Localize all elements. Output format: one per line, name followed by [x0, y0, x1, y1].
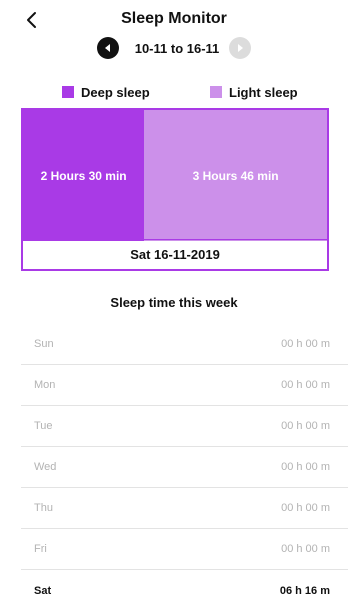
day-row[interactable]: Thu 00 h 00 m	[21, 488, 348, 529]
day-row[interactable]: Tue 00 h 00 m	[21, 406, 348, 447]
day-name: Mon	[34, 379, 56, 391]
page-title: Sleep Monitor	[121, 10, 227, 27]
day-name: Sun	[34, 338, 54, 350]
sleep-stage-bar: 2 Hours 30 min 3 Hours 46 min	[23, 110, 327, 241]
deep-sleep-segment: 2 Hours 30 min	[23, 110, 145, 241]
day-name: Fri	[34, 543, 47, 555]
caret-right-icon	[238, 44, 244, 52]
sleep-date: Sat 16-11-2019	[23, 239, 327, 269]
date-range-label: 10-11 to 16-11	[134, 40, 220, 56]
day-sleep-time: 00 h 00 m	[281, 338, 330, 350]
deep-sleep-swatch	[62, 86, 74, 98]
caret-left-icon	[104, 44, 110, 52]
day-name: Tue	[34, 420, 53, 432]
day-row[interactable]: Mon 00 h 00 m	[21, 365, 348, 406]
next-week-button[interactable]	[229, 37, 252, 59]
day-sleep-time: 00 h 00 m	[281, 420, 330, 432]
date-navigation: 10-11 to 16-11	[0, 37, 348, 59]
week-section-title: Sleep time this week	[110, 295, 238, 310]
week-list: Sun 00 h 00 m Mon 00 h 00 m Tue 00 h 00 …	[21, 324, 348, 603]
sleep-summary-card: 2 Hours 30 min 3 Hours 46 min Sat 16-11-…	[21, 108, 329, 271]
day-row-current[interactable]: Sat 06 h 16 m	[21, 570, 348, 603]
deep-sleep-label: Deep sleep	[81, 84, 150, 100]
legend-item-light-sleep: Light sleep	[210, 85, 298, 100]
day-row[interactable]: Fri 00 h 00 m	[21, 529, 348, 570]
light-sleep-segment: 3 Hours 46 min	[144, 110, 327, 241]
previous-week-button[interactable]	[96, 37, 119, 59]
day-row[interactable]: Sun 00 h 00 m	[21, 324, 348, 365]
day-sleep-time: 00 h 00 m	[281, 461, 330, 473]
light-sleep-label: Light sleep	[229, 84, 298, 100]
day-name: Wed	[34, 461, 57, 473]
day-row[interactable]: Wed 00 h 00 m	[21, 447, 348, 488]
day-sleep-time: 06 h 16 m	[279, 584, 330, 597]
legend-item-deep-sleep: Deep sleep	[62, 85, 150, 100]
light-sleep-swatch	[210, 86, 222, 98]
day-name: Sat	[34, 584, 52, 597]
day-sleep-time: 00 h 00 m	[281, 502, 330, 514]
day-sleep-time: 00 h 00 m	[281, 543, 330, 555]
sleep-monitor-screen: Sleep Monitor 10-11 to 16-11 Deep sleep …	[0, 0, 348, 603]
day-sleep-time: 00 h 00 m	[281, 379, 330, 391]
sleep-legend: Deep sleep Light sleep	[0, 84, 348, 100]
day-name: Thu	[34, 502, 53, 514]
